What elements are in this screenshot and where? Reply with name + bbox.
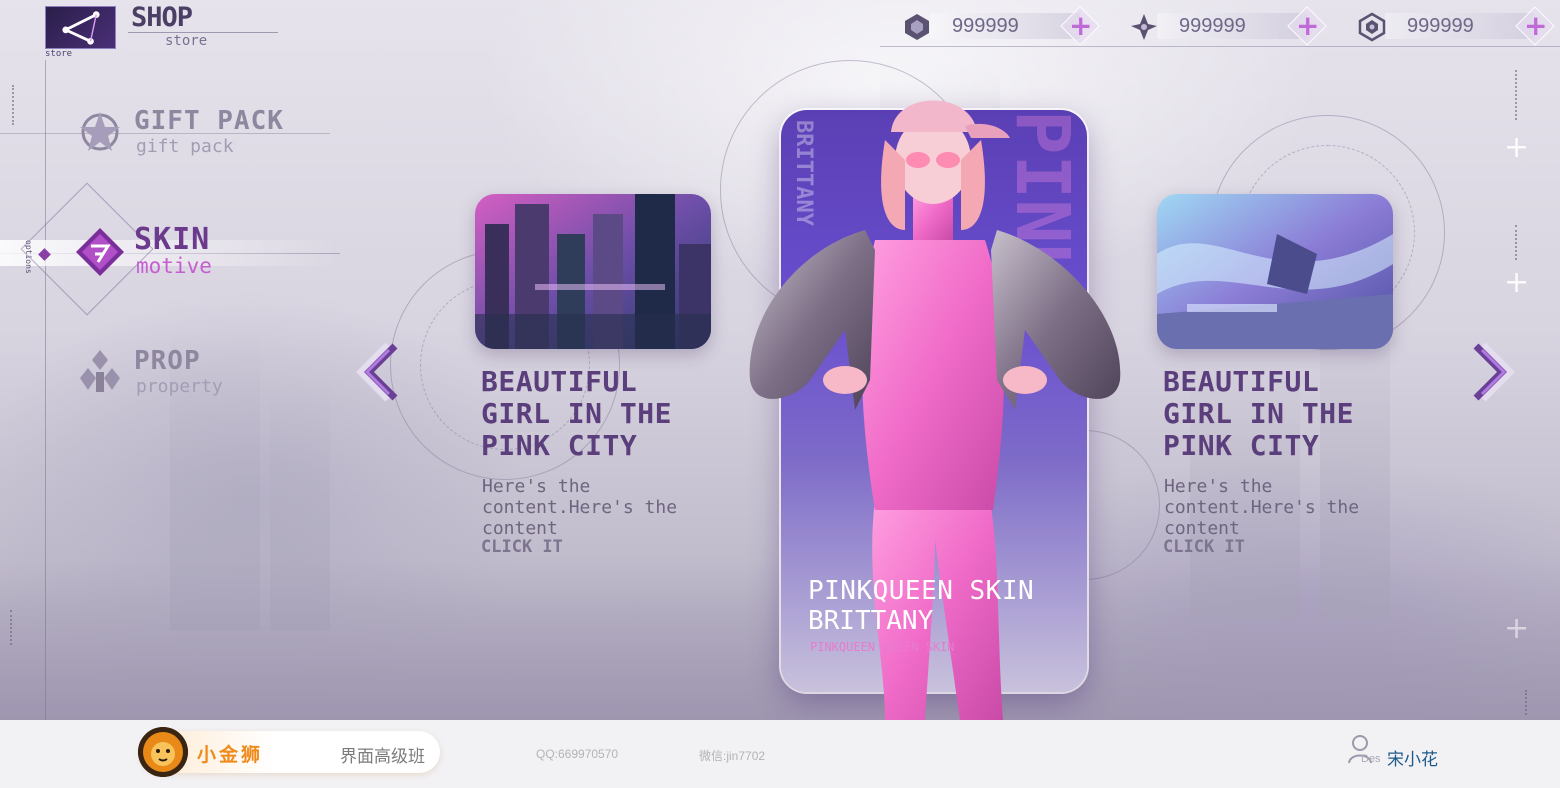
lion-icon: [138, 727, 188, 777]
course-name: 界面高级班: [340, 747, 425, 767]
card-thumbnail[interactable]: [1157, 194, 1393, 349]
featured-skin-tag: PINKQUEEN QUEEN SKIN: [810, 640, 955, 654]
chevron-left-icon: [355, 342, 398, 402]
futuristic-scene-image: [1157, 194, 1393, 349]
next-arrow-button[interactable]: [1462, 340, 1522, 404]
card-thumbnail[interactable]: [475, 194, 711, 349]
currency-value: 999999: [952, 15, 1019, 37]
plus-icon: +: [1504, 265, 1530, 300]
nav-item-skin[interactable]: SKIN motive: [70, 222, 330, 282]
star-badge-icon: [80, 112, 120, 151]
nav-sublabel: property: [136, 376, 223, 397]
shop-scene: + + + store SHOP store 999999 + 999999 +…: [0, 0, 1560, 720]
plus-icon: +: [1504, 611, 1530, 646]
lion-logo: [138, 727, 188, 777]
character-figure: [749, 100, 1121, 720]
plus-icon: +: [1069, 9, 1093, 42]
nav-sublabel: gift pack: [136, 136, 234, 157]
designer-label: Des: [1361, 753, 1381, 765]
plus-icon: +: [1504, 130, 1530, 165]
deco-dots: [1515, 225, 1517, 260]
page-title: SHOP: [131, 2, 193, 33]
footer-bar: 小金狮 界面高级班 QQ:669970570 微信:jin7702 Des 宋小…: [0, 720, 1560, 788]
logo-caption: store: [45, 49, 73, 59]
divider-line: [45, 60, 46, 720]
brand-name: 小金狮: [197, 744, 264, 766]
deco-dots: [1515, 70, 1517, 120]
side-label: options: [24, 240, 33, 274]
deco-dots: [10, 610, 12, 645]
nav-label: GIFT PACK: [134, 106, 284, 136]
featured-skin-character: BRITTANY: [808, 606, 934, 636]
chevron-right-icon: [1473, 342, 1516, 402]
author-name: 宋小花: [1387, 750, 1438, 770]
skin-emblem-icon: [76, 228, 124, 276]
card-description: Here's the content.Here's the content: [1164, 476, 1360, 539]
plus-icon: +: [1524, 9, 1548, 42]
shop-logo[interactable]: [45, 6, 116, 49]
currency-track: [880, 46, 1560, 47]
card-title: BEAUTIFUL GIRL IN THE PINK CITY: [481, 365, 672, 462]
hex-coin-icon: [1358, 12, 1386, 42]
product-card[interactable]: BEAUTIFUL GIRL IN THE PINK CITY Here's t…: [475, 194, 715, 574]
deco-dots: [1525, 690, 1527, 715]
nav-item-gift-pack[interactable]: GIFT PACK gift pack: [70, 106, 330, 166]
prev-arrow-button[interactable]: [349, 340, 409, 404]
currency-crystal: 999999 +: [1129, 6, 1339, 46]
page-subtitle: store: [165, 33, 208, 49]
prop-emblem-icon: [80, 350, 120, 392]
triangle-crystal-icon: [1131, 14, 1157, 40]
click-it-link[interactable]: CLICK IT: [1163, 537, 1245, 557]
currency-value: 999999: [1179, 15, 1246, 37]
nav-label: PROP: [134, 346, 201, 376]
featured-skin-name: PINKQUEEN SKIN: [808, 576, 1035, 606]
card-description: Here's the content.Here's the content: [482, 476, 678, 539]
nav-sublabel: motive: [136, 254, 212, 278]
currency-value: 999999: [1407, 15, 1474, 37]
hexagon-gem-icon: [905, 14, 929, 40]
card-title: BEAUTIFUL GIRL IN THE PINK CITY: [1163, 365, 1354, 462]
nav-label: SKIN: [134, 222, 211, 257]
currency-coin: 999999 +: [1357, 6, 1560, 46]
deco-dots: [12, 85, 14, 125]
click-it-link[interactable]: CLICK IT: [481, 537, 563, 557]
wechat-contact: 微信:jin7702: [699, 749, 766, 763]
qq-contact: QQ:669970570: [536, 747, 619, 761]
product-card[interactable]: BEAUTIFUL GIRL IN THE PINK CITY Here's t…: [1157, 194, 1397, 574]
currency-gem: 999999 +: [902, 6, 1112, 46]
nav-item-prop[interactable]: PROP property: [70, 346, 330, 406]
plus-icon: +: [1296, 9, 1320, 42]
city-skyline-image: [475, 194, 711, 349]
share-node-icon: [62, 11, 100, 45]
